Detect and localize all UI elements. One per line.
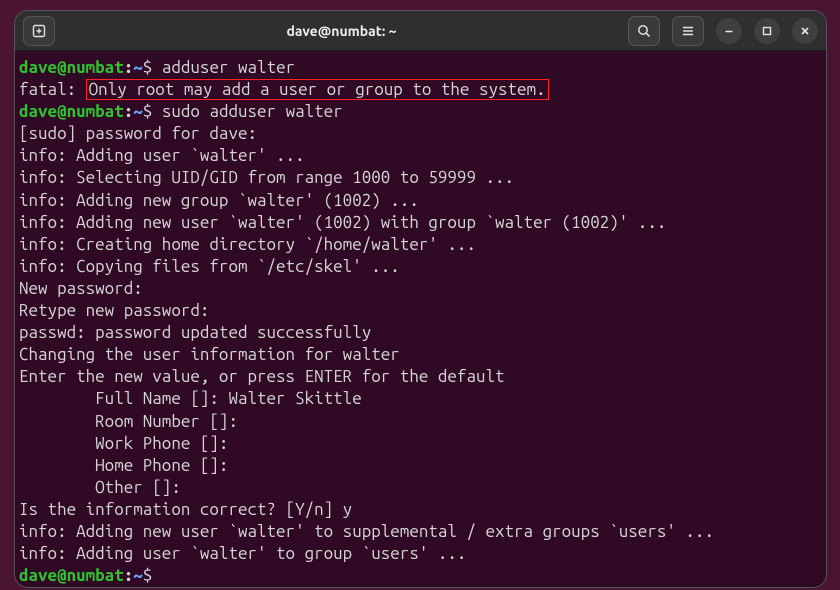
output-line: passwd: password updated successfully xyxy=(19,322,822,344)
titlebar-right-group xyxy=(628,16,818,46)
minimize-icon xyxy=(723,25,735,37)
command-text: adduser walter xyxy=(162,58,295,77)
output-line: info: Selecting UID/GID from range 1000 … xyxy=(19,167,822,189)
output-line: info: Adding new user `walter' (1002) wi… xyxy=(19,212,822,234)
maximize-button[interactable] xyxy=(754,18,780,44)
fatal-prefix: fatal: xyxy=(19,80,86,99)
fatal-message-highlight: Only root may add a user or group to the… xyxy=(86,79,549,100)
hamburger-icon xyxy=(680,23,696,39)
hamburger-menu-button[interactable] xyxy=(672,16,704,46)
output-line: Enter the new value, or press ENTER for … xyxy=(19,366,822,388)
titlebar: dave@numbat: ~ xyxy=(15,11,826,51)
prompt-path: ~ xyxy=(133,102,143,121)
window-title: dave@numbat: ~ xyxy=(55,23,628,39)
prompt-user-host: dave@numbat xyxy=(19,58,124,77)
output-line: Work Phone []: xyxy=(19,433,822,455)
prompt-dollar: $ xyxy=(143,58,162,77)
search-icon xyxy=(636,23,652,39)
output-line: [sudo] password for dave: xyxy=(19,123,822,145)
output-line: New password: xyxy=(19,278,822,300)
close-button[interactable] xyxy=(792,18,818,44)
prompt-user-host: dave@numbat xyxy=(19,566,124,585)
output-line: Room Number []: xyxy=(19,411,822,433)
prompt-dollar: $ xyxy=(143,566,162,585)
maximize-icon xyxy=(761,25,773,37)
command-text: sudo adduser walter xyxy=(162,102,343,121)
prompt-path: ~ xyxy=(133,566,143,585)
terminal-body[interactable]: dave@numbat:~$ adduser walterfatal: Only… xyxy=(15,51,826,587)
output-line: info: Adding new user `walter' to supple… xyxy=(19,521,822,543)
titlebar-left-group xyxy=(23,16,55,46)
output-line: Retype new password: xyxy=(19,300,822,322)
output-line: info: Creating home directory `/home/wal… xyxy=(19,234,822,256)
output-line: info: Adding user `walter' to group `use… xyxy=(19,543,822,565)
new-tab-icon xyxy=(31,23,47,39)
fatal-line: fatal: Only root may add a user or group… xyxy=(19,79,822,101)
output-line: Home Phone []: xyxy=(19,455,822,477)
output-line: info: Copying files from `/etc/skel' ... xyxy=(19,256,822,278)
prompt-dollar: $ xyxy=(143,102,162,121)
output-line: Changing the user information for walter xyxy=(19,344,822,366)
prompt-colon: : xyxy=(124,102,134,121)
output-line: Is the information correct? [Y/n] y xyxy=(19,499,822,521)
close-icon xyxy=(799,25,811,37)
output-line: info: Adding new group `walter' (1002) .… xyxy=(19,190,822,212)
prompt-line-2: dave@numbat:~$ sudo adduser walter xyxy=(19,101,822,123)
terminal-window: dave@numbat: ~ dave@numbat:~ xyxy=(14,10,827,588)
prompt-colon: : xyxy=(124,566,134,585)
output-line: info: Adding user `walter' ... xyxy=(19,145,822,167)
output-line: Other []: xyxy=(19,477,822,499)
prompt-line-1: dave@numbat:~$ adduser walter xyxy=(19,57,822,79)
prompt-user-host: dave@numbat xyxy=(19,102,124,121)
output-line: Full Name []: Walter Skittle xyxy=(19,388,822,410)
search-button[interactable] xyxy=(628,16,660,46)
prompt-colon: : xyxy=(124,58,134,77)
prompt-path: ~ xyxy=(133,58,143,77)
prompt-line-3: dave@numbat:~$ xyxy=(19,565,822,587)
minimize-button[interactable] xyxy=(716,18,742,44)
new-tab-button[interactable] xyxy=(23,16,55,46)
